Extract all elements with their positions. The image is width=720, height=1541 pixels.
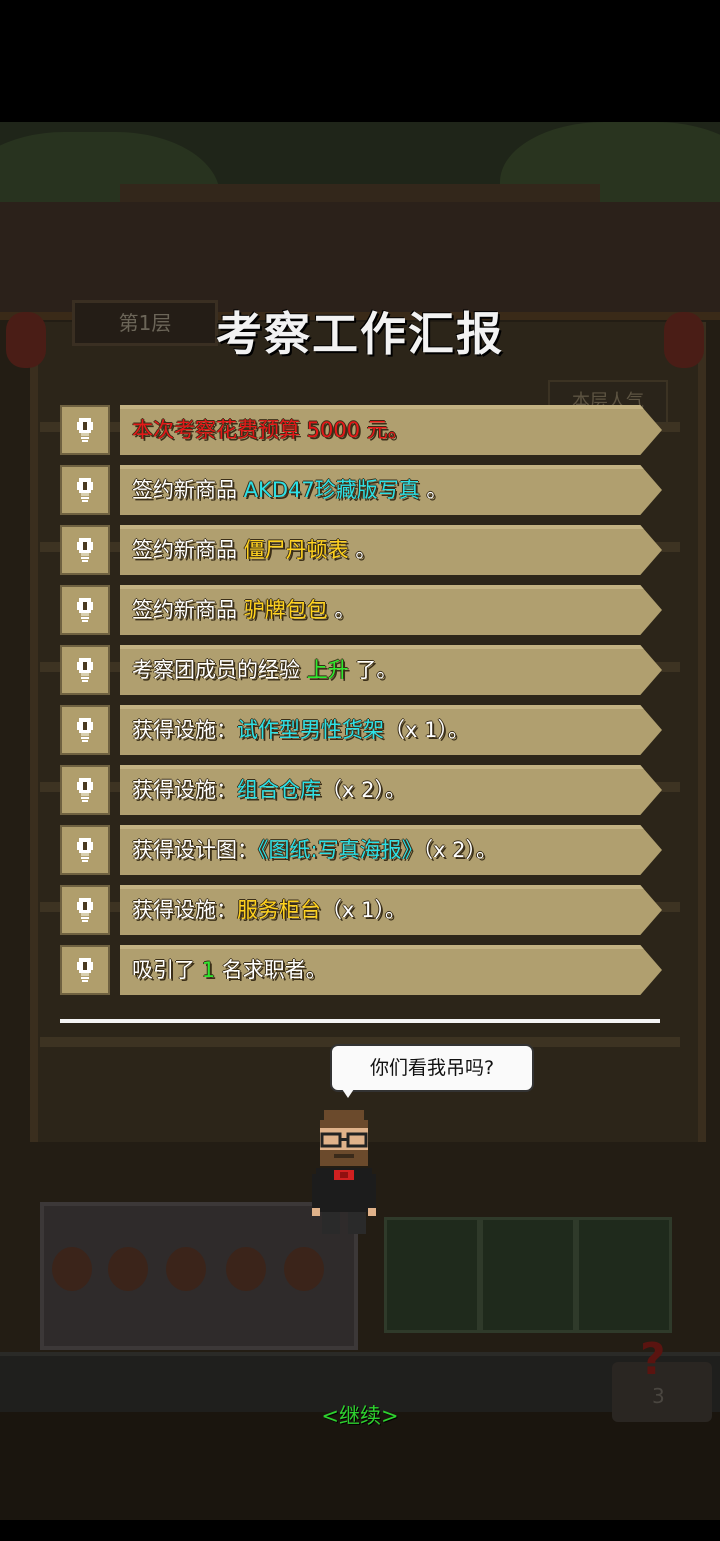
coin-icon xyxy=(108,1247,148,1291)
coin-icon xyxy=(226,1247,266,1291)
coin-icon xyxy=(166,1247,206,1291)
report-item: 签约新商品 AKD47珍藏版写真 。 xyxy=(60,465,662,517)
bulb-icon xyxy=(60,645,110,695)
bulb-icon xyxy=(60,465,110,515)
bulb-icon xyxy=(60,765,110,815)
message-text: 签约新商品 驴牌包包 。 xyxy=(132,585,355,635)
coin-icon xyxy=(284,1247,324,1291)
message-suffix: 。 xyxy=(327,598,356,622)
question-mark-icon: ? xyxy=(640,1334,666,1385)
message-prefix: 吸引了 xyxy=(132,958,202,982)
message-highlight: 组合仓库 xyxy=(237,778,321,802)
message-highlight: 1 xyxy=(201,958,216,982)
message-text: 吸引了 1 名求职者。 xyxy=(132,945,327,995)
message-prefix: 获得设施： xyxy=(132,898,237,922)
message-highlight: 服务柜台 xyxy=(237,898,321,922)
message-prefix: 获得设施： xyxy=(132,718,237,742)
npc-manager-avatar xyxy=(312,1110,376,1234)
message-highlight: 试作型男性货架 xyxy=(237,718,384,742)
message-text: 获得设计图：《图纸:写真海报》（x 2）。 xyxy=(132,825,497,875)
background-crate xyxy=(384,1217,480,1333)
divider xyxy=(60,1019,660,1023)
message-suffix: （x 2）。 xyxy=(422,838,498,862)
bulb-icon xyxy=(60,705,110,755)
speech-bubble: 你们看我吊吗? xyxy=(330,1044,534,1098)
bulb-icon xyxy=(60,585,110,635)
message-highlight: 上升 xyxy=(306,658,349,682)
report-item: 获得设施：服务柜台（x 1）。 xyxy=(60,885,662,937)
message-text: 获得设施：服务柜台（x 1）。 xyxy=(132,885,406,935)
report-item: 签约新商品 驴牌包包 。 xyxy=(60,585,662,637)
report-item: 获得设施：组合仓库（x 2）。 xyxy=(60,765,662,817)
report-item: 签约新商品 僵尸丹顿表 。 xyxy=(60,525,662,577)
continue-button[interactable]: <继续> xyxy=(0,1400,720,1430)
message-prefix: 签约新商品 xyxy=(132,598,244,622)
message-suffix: （x 1）。 xyxy=(384,718,469,742)
message-text: 获得设施：组合仓库（x 2）。 xyxy=(132,765,406,815)
message-highlight: 驴牌包包 xyxy=(243,598,328,622)
message-prefix: 签约新商品 xyxy=(132,538,244,562)
message-prefix: 本次考察花费预算 5000 元。 xyxy=(132,418,409,442)
background-crate xyxy=(576,1217,672,1333)
message-prefix: 获得设施： xyxy=(132,778,237,802)
background-crate xyxy=(480,1217,576,1333)
report-item: 吸引了 1 名求职者。 xyxy=(60,945,662,997)
bulb-icon xyxy=(60,525,110,575)
message-text: 考察团成员的经验 上升 了。 xyxy=(132,645,397,695)
message-suffix: 名求职者。 xyxy=(215,958,327,982)
message-text: 签约新商品 AKD47珍藏版写真 。 xyxy=(132,465,447,515)
message-suffix: （x 1）。 xyxy=(321,898,406,922)
dialog-title: 考察工作汇报 xyxy=(216,307,504,361)
status-bar-area xyxy=(0,0,720,122)
message-suffix: 了。 xyxy=(348,658,398,682)
message-highlight: 《图纸:写真海报》 xyxy=(258,838,423,862)
bulb-icon xyxy=(60,885,110,935)
message-prefix: 签约新商品 xyxy=(132,478,244,502)
message-suffix: （x 2）。 xyxy=(321,778,406,802)
message-prefix: 获得设计图： xyxy=(132,838,258,862)
bulb-icon xyxy=(60,405,110,455)
message-text: 本次考察花费预算 5000 元。 xyxy=(132,405,409,455)
message-suffix: 。 xyxy=(348,538,377,562)
message-text: 获得设施：试作型男性货架（x 1）。 xyxy=(132,705,469,755)
report-item: 获得设计图：《图纸:写真海报》（x 2）。 xyxy=(60,825,662,877)
message-text: 签约新商品 僵尸丹顿表 。 xyxy=(132,525,376,575)
message-highlight: 僵尸丹顿表 xyxy=(243,538,349,562)
report-item: 考察团成员的经验 上升 了。 xyxy=(60,645,662,697)
bulb-icon xyxy=(60,945,110,995)
report-item: 获得设施：试作型男性货架（x 1）。 xyxy=(60,705,662,757)
bulb-icon xyxy=(60,825,110,875)
coin-icon xyxy=(52,1247,92,1291)
bottom-bar xyxy=(0,1520,720,1541)
message-highlight: AKD47珍藏版写真 xyxy=(243,478,420,502)
message-prefix: 考察团成员的经验 xyxy=(132,658,307,682)
message-suffix: 。 xyxy=(419,478,448,502)
report-item: 本次考察花费预算 5000 元。 xyxy=(60,405,662,457)
